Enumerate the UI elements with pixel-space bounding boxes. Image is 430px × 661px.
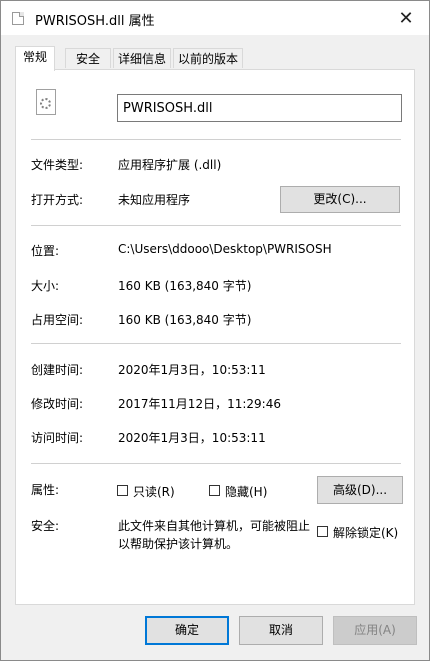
properties-window: PWRISOSH.dll 属性 ✕ 常规 安全 详细信息 以前的版本 文件类型:… xyxy=(0,0,430,661)
hidden-label[interactable]: 隐藏(H) xyxy=(225,483,267,500)
accessed-label: 访问时间: xyxy=(31,431,84,445)
cancel-button[interactable]: 取消 xyxy=(239,616,323,645)
file-type-label: 文件类型: xyxy=(31,158,84,172)
attributes-label: 属性: xyxy=(31,483,60,497)
size-on-disk-label: 占用空间: xyxy=(31,313,84,327)
advanced-button[interactable]: 高级(D)... xyxy=(317,476,403,504)
modified-value: 2017年11月12日，11:29:46 xyxy=(118,397,281,411)
filename-field[interactable] xyxy=(117,94,402,122)
ok-button[interactable]: 确定 xyxy=(145,616,229,645)
size-on-disk-value: 160 KB (163,840 字节) xyxy=(118,313,252,327)
unblock-label[interactable]: 解除锁定(K) xyxy=(333,524,398,541)
tab-general[interactable]: 常规 xyxy=(15,46,55,71)
size-label: 大小: xyxy=(31,279,60,293)
divider xyxy=(31,139,401,140)
window-title: PWRISOSH.dll 属性 xyxy=(35,14,155,29)
location-label: 位置: xyxy=(31,244,60,258)
title-bar: PWRISOSH.dll 属性 ✕ xyxy=(1,1,429,35)
tab-security[interactable]: 安全 xyxy=(65,48,111,68)
security-text-line-2: 以帮助保护该计算机。 xyxy=(118,537,239,551)
opens-with-label: 打开方式: xyxy=(31,193,84,207)
security-text-line-1: 此文件来自其他计算机，可能被阻止 xyxy=(118,519,311,533)
opens-with-value: 未知应用程序 xyxy=(118,193,191,207)
close-button[interactable]: ✕ xyxy=(383,1,429,35)
divider xyxy=(31,343,401,344)
dll-gear-icon xyxy=(36,89,56,115)
apply-button[interactable]: 应用(A) xyxy=(333,616,417,645)
tab-previous-versions[interactable]: 以前的版本 xyxy=(173,48,243,68)
hidden-checkbox[interactable] xyxy=(209,485,220,496)
security-label: 安全: xyxy=(31,519,60,533)
file-type-value: 应用程序扩展 (.dll) xyxy=(118,158,222,172)
divider xyxy=(31,225,401,226)
tab-details[interactable]: 详细信息 xyxy=(113,48,171,68)
divider xyxy=(31,463,401,464)
created-label: 创建时间: xyxy=(31,363,84,377)
created-value: 2020年1月3日，10:53:11 xyxy=(118,363,266,377)
readonly-label[interactable]: 只读(R) xyxy=(133,483,175,500)
readonly-checkbox[interactable] xyxy=(117,485,128,496)
change-button[interactable]: 更改(C)... xyxy=(280,186,400,213)
unblock-checkbox[interactable] xyxy=(317,526,328,537)
accessed-value: 2020年1月3日，10:53:11 xyxy=(118,431,266,445)
close-icon: ✕ xyxy=(398,7,414,29)
location-value: C:\Users\ddooo\Desktop\PWRISOSH xyxy=(118,242,332,256)
modified-label: 修改时间: xyxy=(31,397,84,411)
file-icon xyxy=(12,12,24,25)
size-value: 160 KB (163,840 字节) xyxy=(118,279,252,293)
